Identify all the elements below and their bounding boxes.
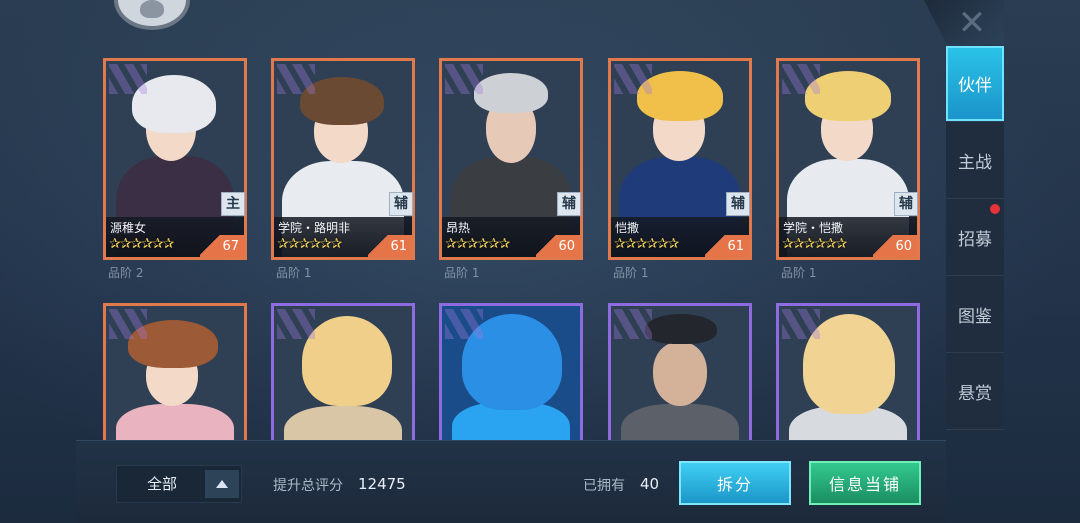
portrait-hair [474, 73, 548, 113]
grade-label: 品阶 1 [613, 266, 649, 280]
star-rating: ✰✰✰✰✰✰ [614, 236, 679, 252]
score-value: 12475 [358, 475, 406, 493]
tab-label: 图鉴 [958, 307, 992, 327]
character-name: 恺撒 [615, 221, 640, 235]
role-badge: 辅 [894, 192, 918, 216]
tab-bounty[interactable]: 悬赏 [946, 354, 1004, 430]
avatar-face [140, 0, 164, 18]
tab-label: 悬赏 [958, 384, 992, 404]
score-label: 提升总评分 [273, 478, 343, 494]
portrait-bandana [645, 314, 717, 344]
corner-pattern [445, 309, 483, 339]
role-badge: 主 [221, 192, 245, 216]
grade-label: 品阶 1 [444, 266, 480, 280]
tab-partner[interactable]: 伙伴 [946, 46, 1004, 122]
corner-pattern [782, 64, 820, 94]
role-badge: 辅 [557, 192, 581, 216]
corner-pattern [614, 309, 652, 339]
partner-card[interactable]: 辅 恺撒 ✰✰✰✰✰✰ 61 [608, 58, 752, 260]
chevron-up-icon [216, 480, 228, 488]
portrait-body [621, 404, 739, 441]
tab-label: 招募 [958, 230, 992, 250]
tab-label: 伙伴 [958, 76, 992, 96]
partner-card[interactable] [776, 303, 920, 441]
portrait-hair [302, 316, 392, 406]
owned-label: 已拥有 [583, 478, 625, 494]
star-rating: ✰✰✰✰✰✰ [782, 236, 847, 252]
character-name: 源稚女 [110, 221, 147, 235]
role-badge: 辅 [389, 192, 413, 216]
info-shop-button[interactable]: 信息当铺 [809, 461, 921, 505]
side-tabs: 伙伴 主战 招募 图鉴 悬赏 [946, 46, 1004, 432]
partner-card[interactable]: 辅 学院・恺撒 ✰✰✰✰✰✰ 60 [776, 58, 920, 260]
level-badge: 60 [873, 235, 917, 257]
filter-toggle-button[interactable] [205, 470, 239, 498]
corner-pattern [614, 64, 652, 94]
partner-card[interactable] [439, 303, 583, 441]
corner-pattern [277, 309, 315, 339]
character-name: 学院・路明非 [278, 221, 351, 235]
corner-pattern [445, 64, 483, 94]
tab-recruit[interactable]: 招募 [946, 200, 1004, 276]
role-badge: 辅 [726, 192, 750, 216]
partner-card[interactable]: 辅 学院・路明非 ✰✰✰✰✰✰ 61 [271, 58, 415, 260]
tab-label: 主战 [958, 153, 992, 173]
corner-pattern [109, 309, 147, 339]
owned-value: 40 [640, 475, 660, 493]
corner-pattern [782, 309, 820, 339]
level-badge: 61 [705, 235, 749, 257]
tab-collection[interactable]: 图鉴 [946, 277, 1004, 353]
character-name: 昂热 [446, 221, 471, 235]
card-info: 学院・恺撒 ✰✰✰✰✰✰ 60 [779, 217, 917, 257]
corner-pattern [277, 64, 315, 94]
partner-card[interactable] [103, 303, 247, 441]
character-name: 学院・恺撒 [783, 221, 844, 235]
close-button[interactable]: ✕ [950, 6, 994, 40]
star-rating: ✰✰✰✰✰✰ [109, 236, 174, 252]
card-info: 恺撒 ✰✰✰✰✰✰ 61 [611, 217, 749, 257]
level-badge: 67 [200, 235, 244, 257]
partner-card[interactable]: 主 源稚女 ✰✰✰✰✰✰ 67 [103, 58, 247, 260]
player-avatar[interactable] [114, 0, 190, 30]
partner-card[interactable] [608, 303, 752, 441]
card-info: 昂热 ✰✰✰✰✰✰ 60 [442, 217, 580, 257]
star-rating: ✰✰✰✰✰✰ [277, 236, 342, 252]
portrait-body [116, 404, 234, 441]
card-info: 学院・路明非 ✰✰✰✰✰✰ 61 [274, 217, 412, 257]
notification-dot [990, 204, 1000, 214]
split-button[interactable]: 拆分 [679, 461, 791, 505]
level-badge: 61 [368, 235, 412, 257]
corner-pattern [109, 64, 147, 94]
filter-dropdown[interactable]: 全部 [116, 465, 242, 503]
grade-label: 品阶 1 [781, 266, 817, 280]
partner-card[interactable]: 辅 昂热 ✰✰✰✰✰✰ 60 [439, 58, 583, 260]
star-rating: ✰✰✰✰✰✰ [445, 236, 510, 252]
card-info: 源稚女 ✰✰✰✰✰✰ 67 [106, 217, 244, 257]
grade-label: 品阶 1 [276, 266, 312, 280]
tab-main-battle[interactable]: 主战 [946, 123, 1004, 199]
grade-label: 品阶 2 [108, 266, 144, 280]
portrait-face [653, 342, 707, 406]
filter-label: 全部 [146, 475, 177, 493]
partner-card[interactable] [271, 303, 415, 441]
level-badge: 60 [536, 235, 580, 257]
portrait-body [284, 406, 402, 441]
